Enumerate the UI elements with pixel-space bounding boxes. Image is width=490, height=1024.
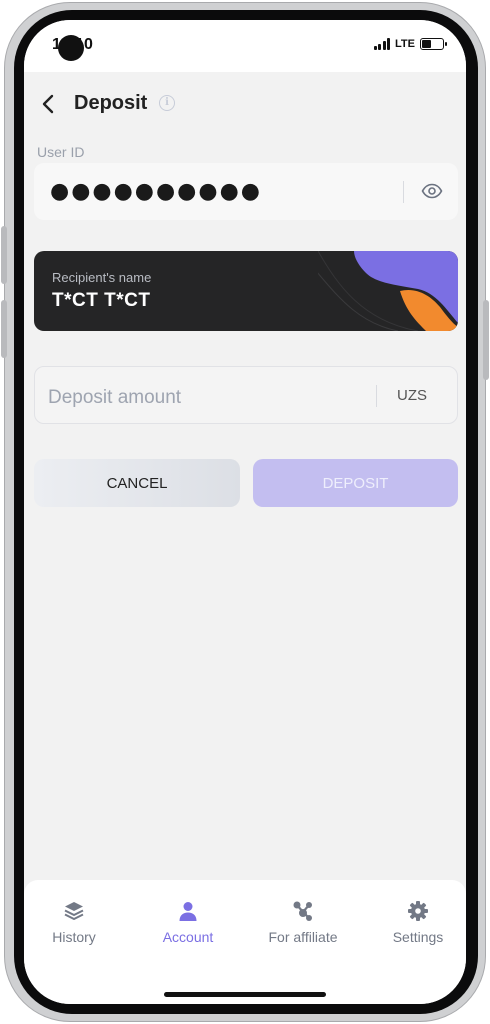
home-indicator[interactable] — [164, 992, 326, 997]
nav-label-settings: Settings — [392, 929, 444, 945]
nav-item-account[interactable]: Account — [133, 900, 243, 950]
front-camera — [58, 35, 84, 61]
app-screen: 10:10 LTE Deposit i User ID ●●●●●●●●●● — [24, 20, 466, 1004]
nav-label-history: History — [52, 929, 96, 945]
recipient-card: Recipient's name T*CT T*CT — [34, 251, 458, 331]
nav-label-account: Account — [162, 929, 214, 945]
nav-item-for-affiliate[interactable]: For affiliate — [248, 900, 358, 950]
user-id-field[interactable]: ●●●●●●●●●● — [34, 163, 458, 220]
nav-label-for-affiliate: For affiliate — [268, 929, 338, 945]
side-button — [1, 300, 7, 358]
gear-icon — [408, 901, 428, 921]
deposit-amount-placeholder: Deposit amount — [48, 387, 182, 408]
battery-icon — [420, 38, 447, 50]
layers-icon — [64, 902, 84, 920]
signal-icon — [373, 38, 391, 50]
deposit-amount-input[interactable]: Deposit amount UZS — [34, 366, 458, 424]
user-id-value: ●●●●●●●●●● — [50, 179, 262, 204]
status-indicators: LTE — [373, 38, 447, 50]
toggle-visibility-button[interactable] — [420, 180, 444, 202]
status-bar: 10:10 LTE — [24, 20, 466, 72]
side-button — [1, 226, 7, 284]
nav-item-history[interactable]: History — [24, 900, 129, 950]
bottom-navigation: History Account For affiliate Settings — [24, 880, 466, 1004]
info-icon[interactable]: i — [159, 95, 175, 111]
user-id-label: User ID — [37, 144, 85, 160]
field-divider — [403, 181, 404, 203]
person-icon — [179, 902, 197, 921]
chevron-left-icon — [42, 94, 54, 114]
nav-item-settings[interactable]: Settings — [363, 900, 466, 950]
page-title: Deposit — [74, 92, 148, 114]
recipient-label: Recipient's name — [52, 270, 152, 285]
currency-label: UZS — [397, 387, 427, 404]
network-icon — [293, 901, 312, 921]
battery-level — [422, 40, 431, 48]
recipient-name: T*CT T*CT — [52, 290, 151, 311]
field-divider — [376, 385, 377, 407]
card-decoration — [318, 251, 458, 331]
eye-icon — [421, 183, 443, 199]
cancel-button[interactable]: CANCEL — [34, 459, 240, 507]
back-button[interactable] — [38, 92, 58, 116]
page-header: Deposit i — [24, 72, 466, 132]
side-button — [483, 300, 489, 380]
network-label: LTE — [395, 38, 415, 50]
deposit-button[interactable]: DEPOSIT — [253, 459, 458, 507]
